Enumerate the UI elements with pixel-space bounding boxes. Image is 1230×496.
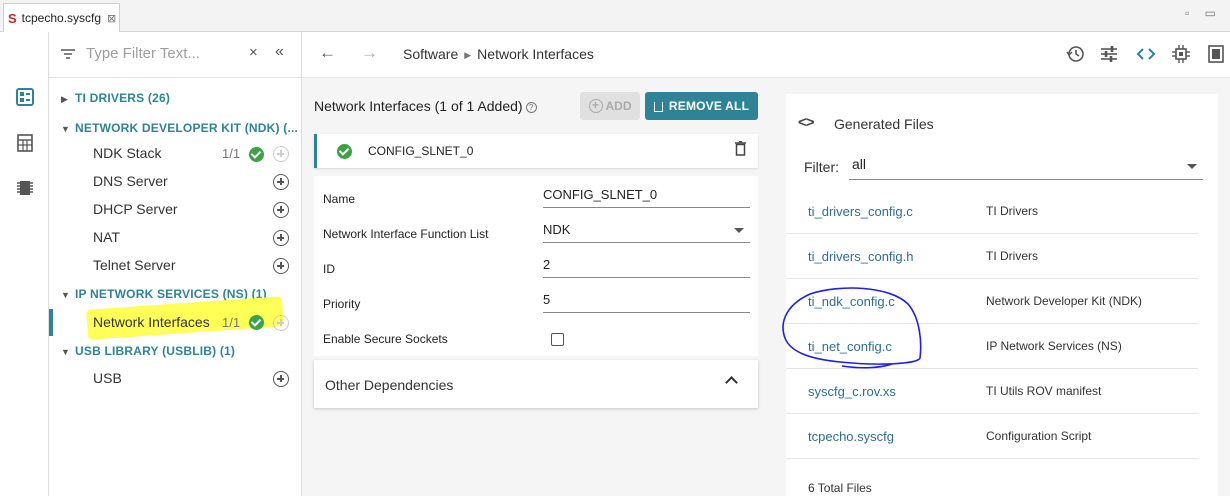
clear-filter-icon[interactable]: × (249, 44, 258, 61)
file-row[interactable]: tcpecho.syscfg Configuration Script (786, 414, 1198, 459)
add-circle-icon[interactable] (273, 258, 289, 274)
field-label-priority: Priority (323, 297, 361, 311)
module-panel: Network Interfaces (1 of 1 Added)? + ADD … (302, 78, 776, 496)
category-ti-drivers[interactable]: ▶ TI DRIVERS (26) (61, 91, 170, 105)
settings-sliders-icon[interactable] (1099, 44, 1119, 64)
filter-label: Filter: (804, 159, 839, 175)
help-icon[interactable]: ? (525, 102, 537, 113)
config-form: Name CONFIG_SLNET_0 Network Interface Fu… (314, 176, 758, 356)
file-filter-select[interactable]: all (849, 150, 1203, 180)
code-icon[interactable] (1136, 44, 1156, 64)
module-telnet-server[interactable]: Telnet Server (93, 257, 175, 273)
file-link[interactable]: ti_drivers_config.h (808, 249, 914, 264)
check-circle-icon (249, 315, 264, 330)
category-usb-library[interactable]: ▼ USB LIBRARY (USBLIB) (1) (61, 344, 235, 358)
filter-bar: Type Filter Text... × « (49, 32, 302, 78)
file-description: TI Utils ROV manifest (986, 384, 1102, 398)
caret-right-icon: ▶ (61, 94, 69, 104)
file-link[interactable]: ti_drivers_config.c (808, 204, 913, 219)
chevron-right-icon: ▶ (464, 50, 472, 60)
file-description: TI Drivers (986, 204, 1038, 218)
view-rail (0, 32, 49, 496)
collapse-panel-icon[interactable]: « (275, 43, 284, 61)
module-nat[interactable]: NAT (93, 229, 120, 245)
module-tree: Type Filter Text... × « ▶ TI DRIVERS (26)… (49, 32, 302, 496)
close-tab-icon[interactable]: ⊠ (107, 12, 116, 25)
chip-view-icon[interactable] (15, 178, 35, 198)
breadcrumb-network-interfaces: Network Interfaces (477, 46, 594, 62)
forward-arrow-icon[interactable]: → (361, 43, 378, 63)
code-icon: <> (798, 114, 815, 131)
module-usb[interactable]: USB (93, 370, 122, 386)
add-circle-icon[interactable] (273, 146, 289, 162)
other-dependencies-title: Other Dependencies (325, 377, 454, 393)
pen-annotation (782, 287, 922, 369)
instance-row[interactable]: CONFIG_SLNET_0 (314, 134, 758, 168)
file-link[interactable]: tcpecho.syscfg (808, 429, 894, 444)
add-button[interactable]: + ADD (580, 92, 640, 120)
name-field[interactable]: CONFIG_SLNET_0 (543, 186, 750, 208)
editor-tab[interactable]: S tcpecho.syscfg ⊠ (3, 3, 120, 32)
field-label-name: Name (323, 192, 356, 206)
total-files: 6 Total Files (808, 481, 872, 495)
module-ndk-stack[interactable]: NDK Stack (93, 145, 161, 161)
add-circle-icon[interactable] (273, 371, 289, 387)
check-circle-icon (337, 144, 352, 159)
file-link[interactable]: syscfg_c.rov.xs (808, 384, 896, 399)
check-circle-icon (249, 147, 264, 162)
main-header: ← → Software ▶ Network Interfaces (302, 32, 1230, 78)
memory-icon[interactable] (1206, 44, 1226, 64)
file-description: Network Developer Kit (NDK) (986, 294, 1143, 308)
history-icon[interactable] (1065, 44, 1085, 64)
caret-down-icon: ▼ (61, 124, 71, 134)
module-network-interfaces[interactable]: Network Interfaces (93, 314, 210, 330)
module-dhcp-server[interactable]: DHCP Server (93, 201, 178, 217)
filter-icon (61, 49, 75, 59)
file-row[interactable]: ti_drivers_config.c TI Drivers (786, 189, 1198, 234)
priority-field[interactable]: 5 (543, 291, 750, 313)
instance-name: CONFIG_SLNET_0 (368, 144, 474, 158)
module-title: Network Interfaces (1 of 1 Added)? (314, 98, 537, 114)
function-list-select[interactable]: NDK (543, 221, 750, 243)
back-arrow-icon[interactable]: ← (319, 43, 336, 63)
chevron-up-icon[interactable] (725, 376, 738, 389)
add-circle-icon[interactable] (273, 202, 289, 218)
scrollbar[interactable] (1207, 94, 1218, 496)
selection-indicator (49, 309, 53, 336)
other-dependencies-section[interactable]: Other Dependencies (314, 360, 758, 408)
trash-icon[interactable] (735, 141, 746, 156)
filter-input[interactable]: Type Filter Text... (86, 45, 200, 62)
module-dns-server[interactable]: DNS Server (93, 173, 168, 189)
generated-files-title: Generated Files (834, 116, 934, 132)
breadcrumb-software[interactable]: Software (403, 46, 458, 62)
board-view-icon[interactable] (15, 133, 35, 153)
window-controls[interactable]: ▫ ▭ (1185, 6, 1222, 20)
add-circle-icon[interactable] (273, 174, 289, 190)
breadcrumb: Software ▶ Network Interfaces (403, 46, 594, 62)
file-description: Configuration Script (986, 429, 1092, 443)
file-description: TI Drivers (986, 249, 1038, 263)
file-row[interactable]: ti_drivers_config.h TI Drivers (786, 234, 1198, 279)
field-label-function-list: Network Interface Function List (323, 227, 489, 241)
delete-sweep-icon (653, 102, 663, 112)
category-ndk[interactable]: ▼ NETWORK DEVELOPER KIT (NDK) (... (61, 121, 298, 135)
remove-all-button[interactable]: REMOVE ALL (645, 92, 758, 120)
caret-down-icon: ▼ (61, 347, 71, 357)
chip-icon[interactable] (1171, 44, 1191, 64)
module-count: 1/1 (222, 315, 241, 330)
add-circle-icon[interactable] (273, 315, 289, 331)
field-label-id: ID (323, 262, 335, 276)
secure-sockets-checkbox[interactable] (551, 333, 564, 346)
module-count: 1/1 (222, 146, 241, 161)
syscfg-logo-icon: S (8, 10, 17, 26)
editor-tab-filename: tcpecho.syscfg (21, 11, 102, 25)
field-label-secure-sockets: Enable Secure Sockets (323, 332, 448, 346)
add-circle-icon[interactable] (273, 230, 289, 246)
id-field[interactable]: 2 (543, 256, 750, 278)
editor-tab-bar: S tcpecho.syscfg ⊠ ▫ ▭ (0, 0, 1230, 32)
software-view-icon[interactable] (15, 87, 35, 107)
add-circle-icon: + (588, 99, 603, 113)
caret-down-icon: ▼ (61, 290, 71, 300)
file-description: IP Network Services (NS) (986, 339, 1122, 353)
